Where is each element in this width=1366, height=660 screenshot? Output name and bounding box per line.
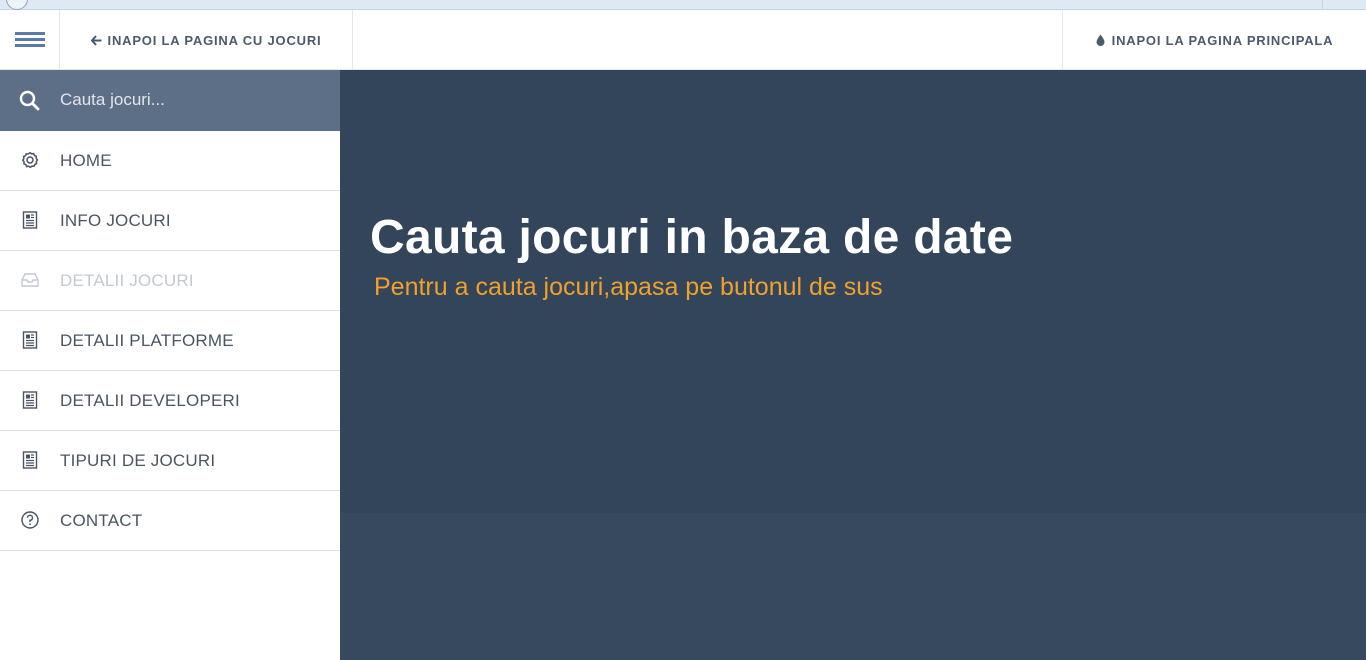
back-to-games-link[interactable]: INAPOI LA PAGINA CU JOCURI — [60, 10, 353, 70]
hamburger-line — [15, 44, 45, 47]
page-subtitle: Pentru a cauta jocuri,apasa pe butonul d… — [374, 273, 883, 301]
document-icon — [20, 390, 40, 410]
gear-icon — [20, 150, 40, 170]
back-to-main-page-label: INAPOI LA PAGINA PRINCIPALA — [1111, 32, 1334, 48]
sidebar: HOME INFO JOCURI DETALII JOCURI — [0, 70, 340, 660]
top-header: INAPOI LA PAGINA CU JOCURI INAPOI LA PAG… — [0, 10, 1366, 70]
document-icon — [20, 450, 40, 470]
back-to-main-page-link[interactable]: INAPOI LA PAGINA PRINCIPALA — [1062, 10, 1366, 70]
main-content: Cauta jocuri in baza de date Pentru a ca… — [340, 70, 1366, 660]
arrow-left-icon — [90, 34, 102, 46]
sidebar-item-label: HOME — [60, 150, 112, 170]
browser-chrome-strip — [0, 0, 1366, 10]
inbox-icon — [20, 270, 40, 290]
help-circle-icon — [20, 510, 40, 530]
search-input[interactable] — [60, 84, 320, 116]
back-to-games-label: INAPOI LA PAGINA CU JOCURI — [107, 32, 322, 48]
content-area — [340, 513, 1366, 660]
search-icon[interactable] — [19, 90, 41, 112]
sidebar-item-detalii-jocuri[interactable]: DETALII JOCURI — [0, 251, 340, 311]
sidebar-item-label: DETALII PLATFORME — [60, 330, 234, 350]
document-icon — [20, 330, 40, 350]
sidebar-item-info-jocuri[interactable]: INFO JOCURI — [0, 191, 340, 251]
sidebar-item-label: INFO JOCURI — [60, 210, 171, 230]
search-bar — [0, 70, 340, 131]
hamburger-line — [15, 32, 45, 35]
sidebar-item-detalii-platforme[interactable]: DETALII PLATFORME — [0, 311, 340, 371]
hero-section: Cauta jocuri in baza de date Pentru a ca… — [340, 70, 1366, 513]
hamburger-line — [15, 38, 45, 41]
sidebar-item-label: TIPURI DE JOCURI — [60, 450, 216, 470]
droplet-icon — [1096, 34, 1105, 46]
sidebar-item-contact[interactable]: CONTACT — [0, 491, 340, 551]
sidebar-item-tipuri-de-jocuri[interactable]: TIPURI DE JOCURI — [0, 431, 340, 491]
sidebar-item-label: DETALII JOCURI — [60, 270, 194, 290]
sidebar-item-home[interactable]: HOME — [0, 131, 340, 191]
sidebar-item-label: DETALII DEVELOPERI — [60, 390, 240, 410]
browser-divider — [1322, 0, 1323, 10]
sidebar-item-label: CONTACT — [60, 510, 143, 530]
document-icon — [20, 210, 40, 230]
sidebar-item-detalii-developeri[interactable]: DETALII DEVELOPERI — [0, 371, 340, 431]
page-title: Cauta jocuri in baza de date — [370, 211, 1014, 264]
browser-button-icon — [6, 0, 28, 10]
hamburger-menu-button[interactable] — [0, 10, 60, 70]
